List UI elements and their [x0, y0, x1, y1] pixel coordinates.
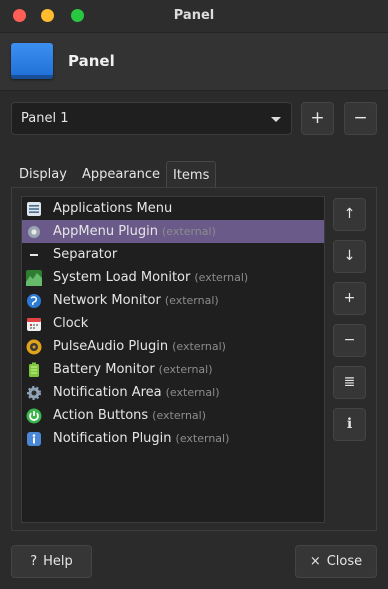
move-down-button[interactable]: ↓ [333, 240, 366, 273]
remove-panel-button[interactable]: − [344, 102, 377, 135]
list-item[interactable]: Notification Area (external) [22, 381, 324, 404]
menu-icon [26, 201, 42, 217]
chevron-down-icon [271, 117, 281, 122]
items-list[interactable]: Applications Menu AppMenu Plugin (external… [21, 196, 325, 523]
battery-icon [26, 362, 42, 378]
separator-icon [26, 247, 42, 263]
tab-appearance[interactable]: Appearance [76, 161, 166, 188]
list-item[interactable]: Network Monitor (external) [22, 289, 324, 312]
list-item-label: PulseAudio Plugin [53, 339, 169, 354]
title-bar: Panel [0, 0, 388, 33]
list-item[interactable]: Battery Monitor (external) [22, 358, 324, 381]
list-item-label: Clock [53, 316, 89, 331]
header-title: Panel [68, 52, 115, 70]
external-tag: (external) [164, 294, 219, 307]
panel-select[interactable]: Panel 1 [11, 102, 292, 135]
tab-display[interactable]: Display [13, 161, 73, 188]
list-item-label: Network Monitor [53, 293, 161, 308]
close-label: Close [326, 554, 363, 569]
help-label: Help [43, 554, 73, 569]
remove-item-button[interactable]: − [333, 324, 366, 357]
network-icon [26, 293, 42, 309]
add-panel-button[interactable]: + [301, 102, 334, 135]
system-load-icon [26, 270, 42, 286]
list-item-label: Notification Area [53, 385, 162, 400]
list-button[interactable]: ≣ [333, 366, 366, 399]
list-item[interactable]: Action Buttons (external) [22, 404, 324, 427]
speaker-icon [26, 339, 42, 355]
external-tag: (external) [162, 225, 216, 238]
close-icon: × [309, 554, 321, 569]
tab-items[interactable]: Items [166, 161, 217, 188]
external-tag: (external) [175, 432, 230, 445]
move-up-button[interactable]: ↑ [333, 198, 366, 231]
list-item[interactable]: Clock [22, 312, 324, 335]
gear-icon [26, 385, 42, 401]
list-item[interactable]: Applications Menu [22, 197, 324, 220]
about-button[interactable]: ℹ [333, 408, 366, 441]
external-tag: (external) [172, 340, 226, 353]
close-button[interactable]: × Close [295, 545, 377, 578]
list-item[interactable]: Separator [22, 243, 324, 266]
appmenu-icon [26, 224, 42, 240]
panel-app-icon [11, 43, 53, 79]
power-icon [26, 408, 42, 424]
list-item-label: AppMenu Plugin [53, 224, 159, 239]
external-tag: (external) [194, 271, 249, 284]
list-item-label: Separator [53, 247, 118, 262]
calendar-icon [26, 316, 42, 332]
list-item-label: Battery Monitor [53, 362, 155, 377]
dialog-header: Panel [0, 33, 388, 91]
list-item[interactable]: Notification Plugin (external) [22, 427, 324, 450]
window-title: Panel [173, 8, 215, 23]
list-item-label: Applications Menu [53, 201, 173, 216]
list-item[interactable]: AppMenu Plugin (external) [22, 220, 324, 243]
list-item[interactable]: System Load Monitor (external) [22, 266, 324, 289]
list-item-label: Notification Plugin [53, 431, 172, 446]
list-item-label: System Load Monitor [53, 270, 191, 285]
info-icon [26, 431, 42, 447]
help-icon: ? [30, 554, 38, 569]
list-item-label: Action Buttons [53, 408, 149, 423]
external-tag: (external) [165, 386, 220, 399]
external-tag: (external) [158, 363, 213, 376]
help-button[interactable]: ? Help [11, 545, 92, 578]
list-item[interactable]: PulseAudio Plugin (external) [22, 335, 324, 358]
add-item-button[interactable]: + [333, 282, 366, 315]
panel-select-value: Panel 1 [21, 111, 69, 126]
external-tag: (external) [152, 409, 207, 422]
